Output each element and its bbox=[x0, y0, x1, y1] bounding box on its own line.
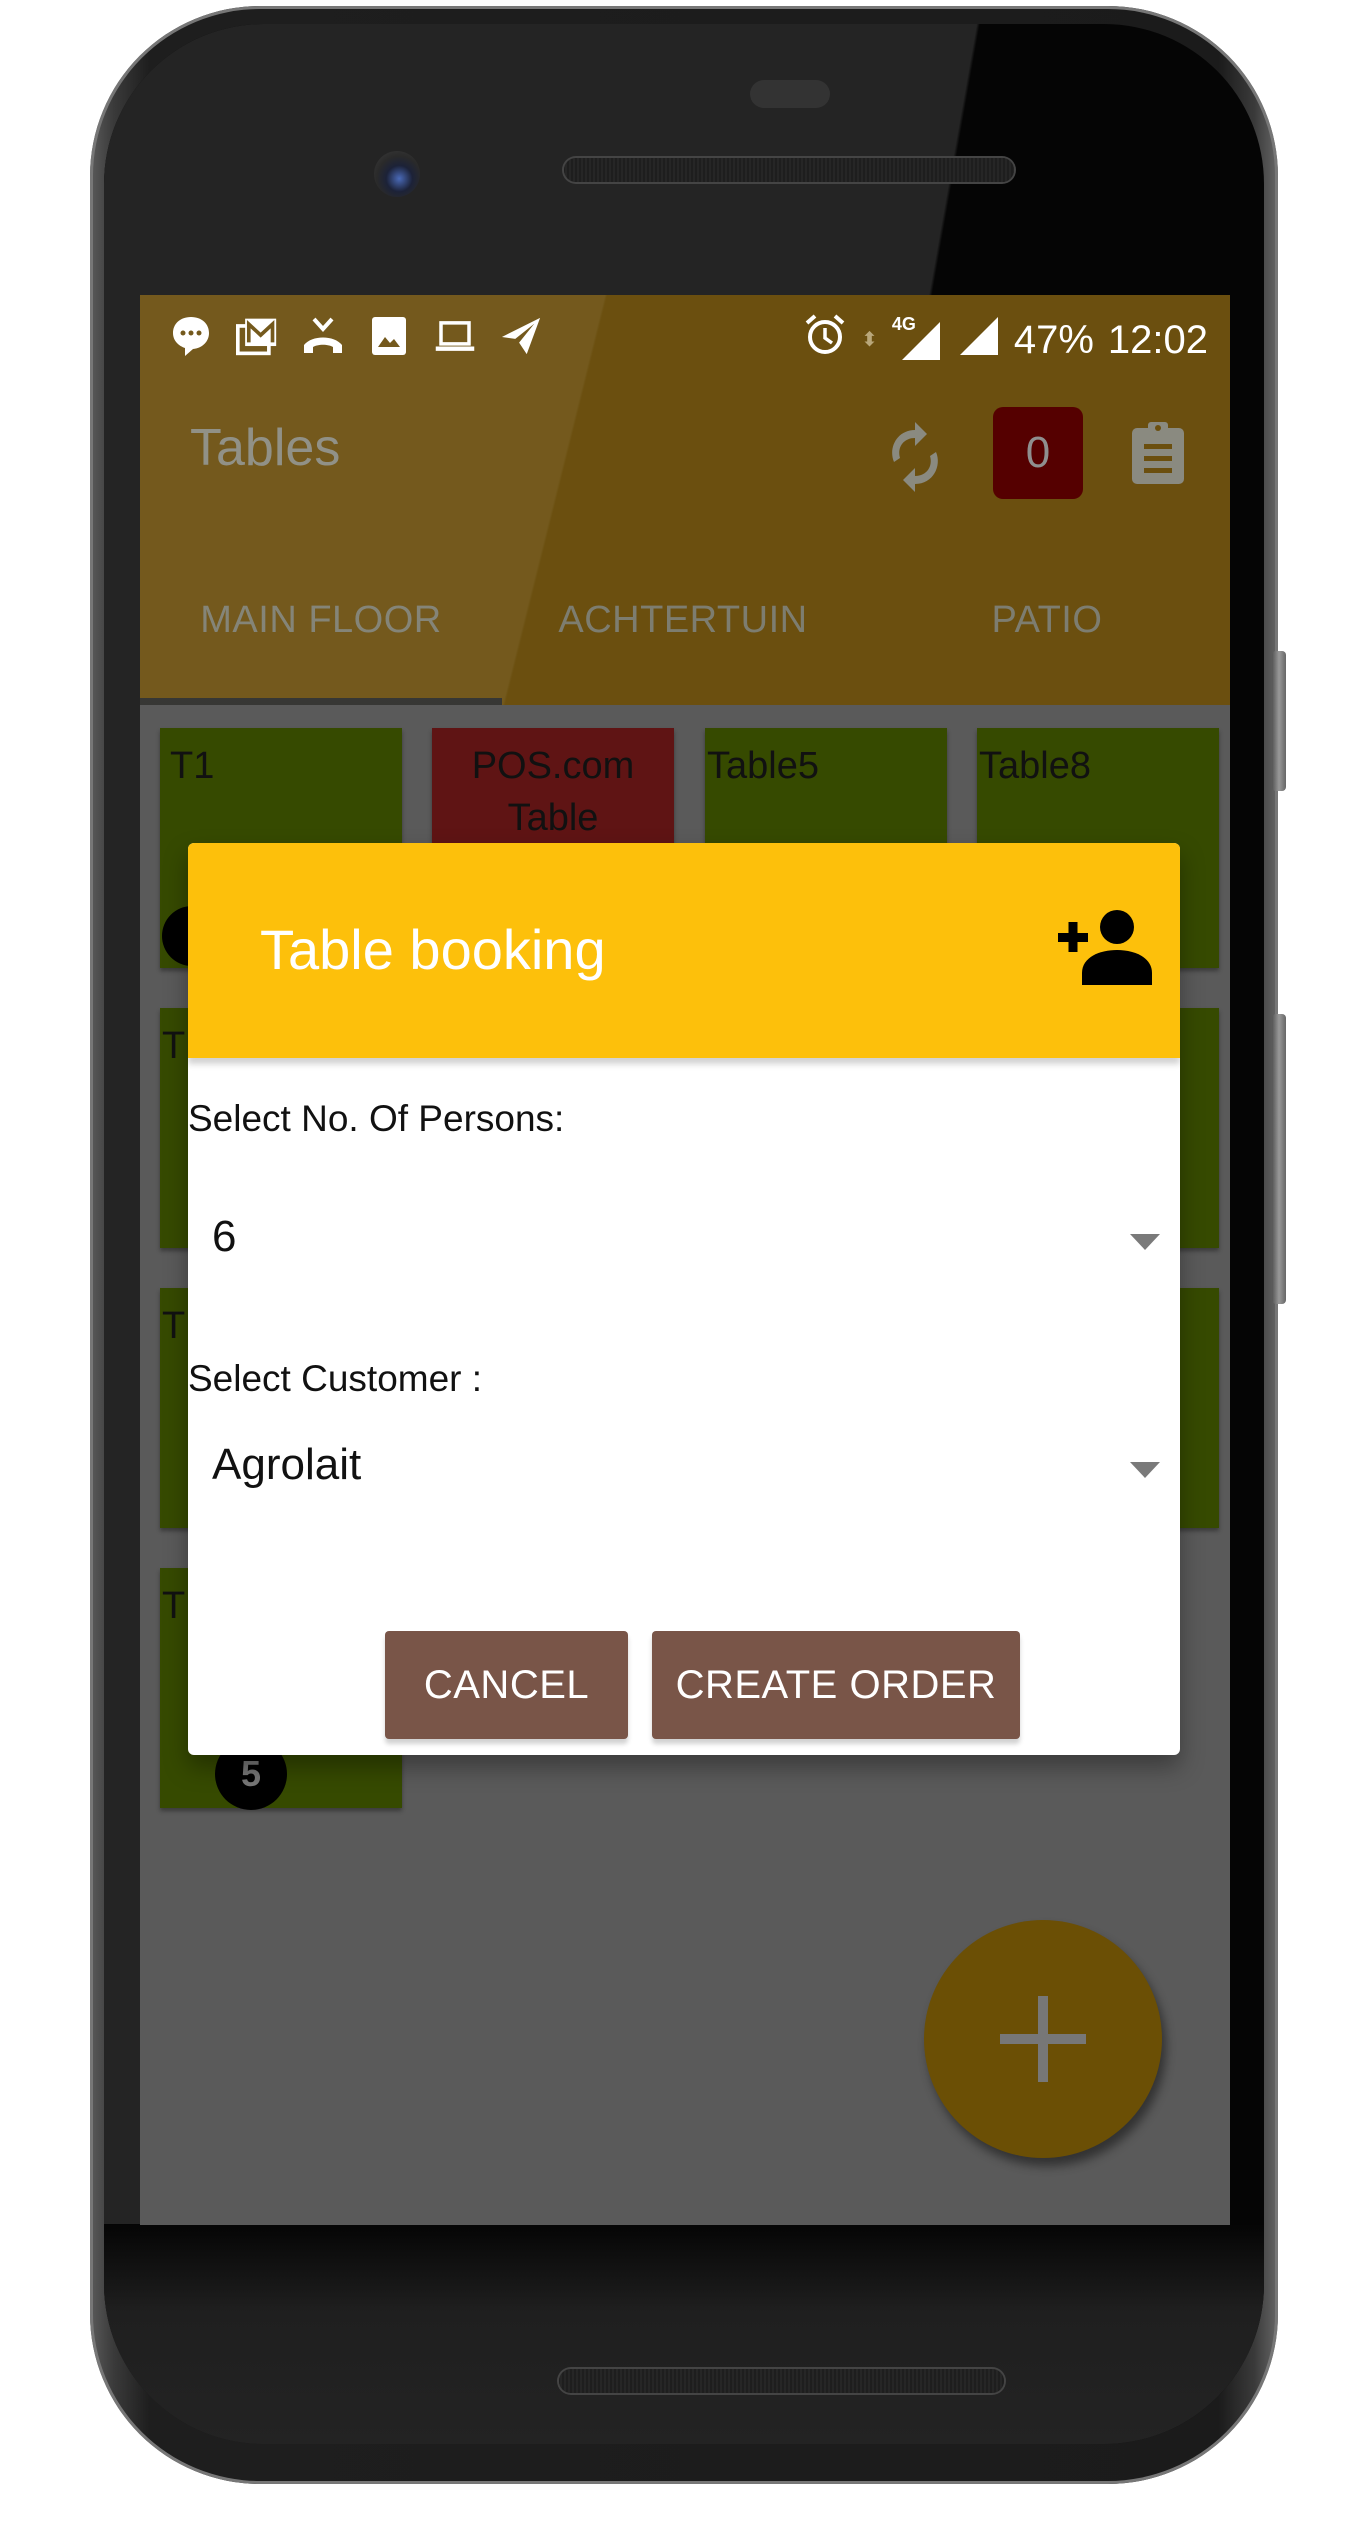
bottom-speaker bbox=[559, 2369, 1004, 2393]
clock: 12:02 bbox=[1107, 317, 1208, 362]
app-bar: Tables 0 bbox=[140, 380, 1230, 535]
customer-value: Agrolait bbox=[212, 1440, 362, 1489]
cancel-button[interactable]: CANCEL bbox=[385, 1631, 628, 1739]
add-customer-button[interactable] bbox=[1056, 907, 1152, 987]
persons-select[interactable]: 6 bbox=[188, 1190, 1180, 1290]
volume-button bbox=[1272, 1014, 1286, 1304]
dialog-title: Table booking bbox=[260, 918, 606, 981]
signal-icon bbox=[956, 313, 1000, 367]
customer-label: Select Customer : bbox=[188, 1358, 483, 1399]
proximity-sensor bbox=[750, 80, 830, 108]
order-count-badge[interactable]: 0 bbox=[993, 407, 1083, 499]
customer-select[interactable]: Agrolait bbox=[188, 1418, 1180, 1518]
chevron-down-icon bbox=[1130, 1462, 1160, 1478]
top-speaker bbox=[564, 158, 1014, 182]
phone-chin bbox=[104, 2224, 1264, 2444]
alarm-icon bbox=[803, 313, 847, 367]
table-name: T bbox=[162, 1305, 186, 1347]
app-screen: ⬍ 4G 47% 12:02 Tables 0 MAIN FLOOR ACHTE… bbox=[140, 295, 1230, 2225]
battery-level: 47% bbox=[1013, 317, 1094, 362]
tab-achtertuin[interactable]: ACHTERTUIN bbox=[502, 535, 864, 705]
orders-list-button[interactable] bbox=[1130, 420, 1186, 486]
laptop-icon bbox=[434, 315, 476, 357]
table-name: Table8 bbox=[979, 745, 1091, 787]
telegram-icon bbox=[500, 315, 542, 357]
create-order-button[interactable]: CREATE ORDER bbox=[652, 1631, 1020, 1739]
table-booking-dialog: Table booking Select No. Of Persons: 6 S… bbox=[188, 843, 1180, 1755]
plus-icon bbox=[1000, 1996, 1086, 2082]
signal-4g-icon: 4G bbox=[892, 314, 942, 362]
dialog-header: Table booking bbox=[188, 843, 1180, 1058]
page-title: Tables bbox=[190, 419, 341, 477]
person-add-icon bbox=[1058, 910, 1152, 985]
message-icon bbox=[170, 315, 212, 357]
table-name: POS.com Table bbox=[471, 745, 635, 839]
table-name: T bbox=[162, 1585, 186, 1627]
add-table-button[interactable] bbox=[924, 1920, 1162, 2158]
tab-main-floor[interactable]: MAIN FLOOR bbox=[140, 535, 502, 705]
table-name: T1 bbox=[170, 745, 215, 787]
floor-tabs: MAIN FLOOR ACHTERTUIN PATIO bbox=[140, 535, 1230, 705]
clipboard-icon bbox=[1132, 422, 1184, 484]
persons-label: Select No. Of Persons: bbox=[188, 1098, 565, 1139]
table-name: T bbox=[162, 1025, 186, 1067]
sync-button[interactable] bbox=[885, 422, 945, 492]
sync-icon bbox=[892, 422, 938, 492]
image-icon bbox=[368, 315, 410, 357]
power-button bbox=[1272, 651, 1286, 791]
tab-patio[interactable]: PATIO bbox=[864, 535, 1230, 705]
table-name: Table5 bbox=[707, 745, 819, 787]
gmail-icon bbox=[236, 315, 278, 357]
active-tab-indicator bbox=[140, 698, 502, 705]
missed-call-icon bbox=[302, 315, 344, 357]
data-activity-icon: ⬍ bbox=[861, 329, 878, 351]
status-bar: ⬍ 4G 47% 12:02 bbox=[140, 295, 1230, 380]
persons-value: 6 bbox=[212, 1212, 237, 1261]
front-camera-icon bbox=[374, 151, 420, 197]
chevron-down-icon bbox=[1130, 1234, 1160, 1250]
